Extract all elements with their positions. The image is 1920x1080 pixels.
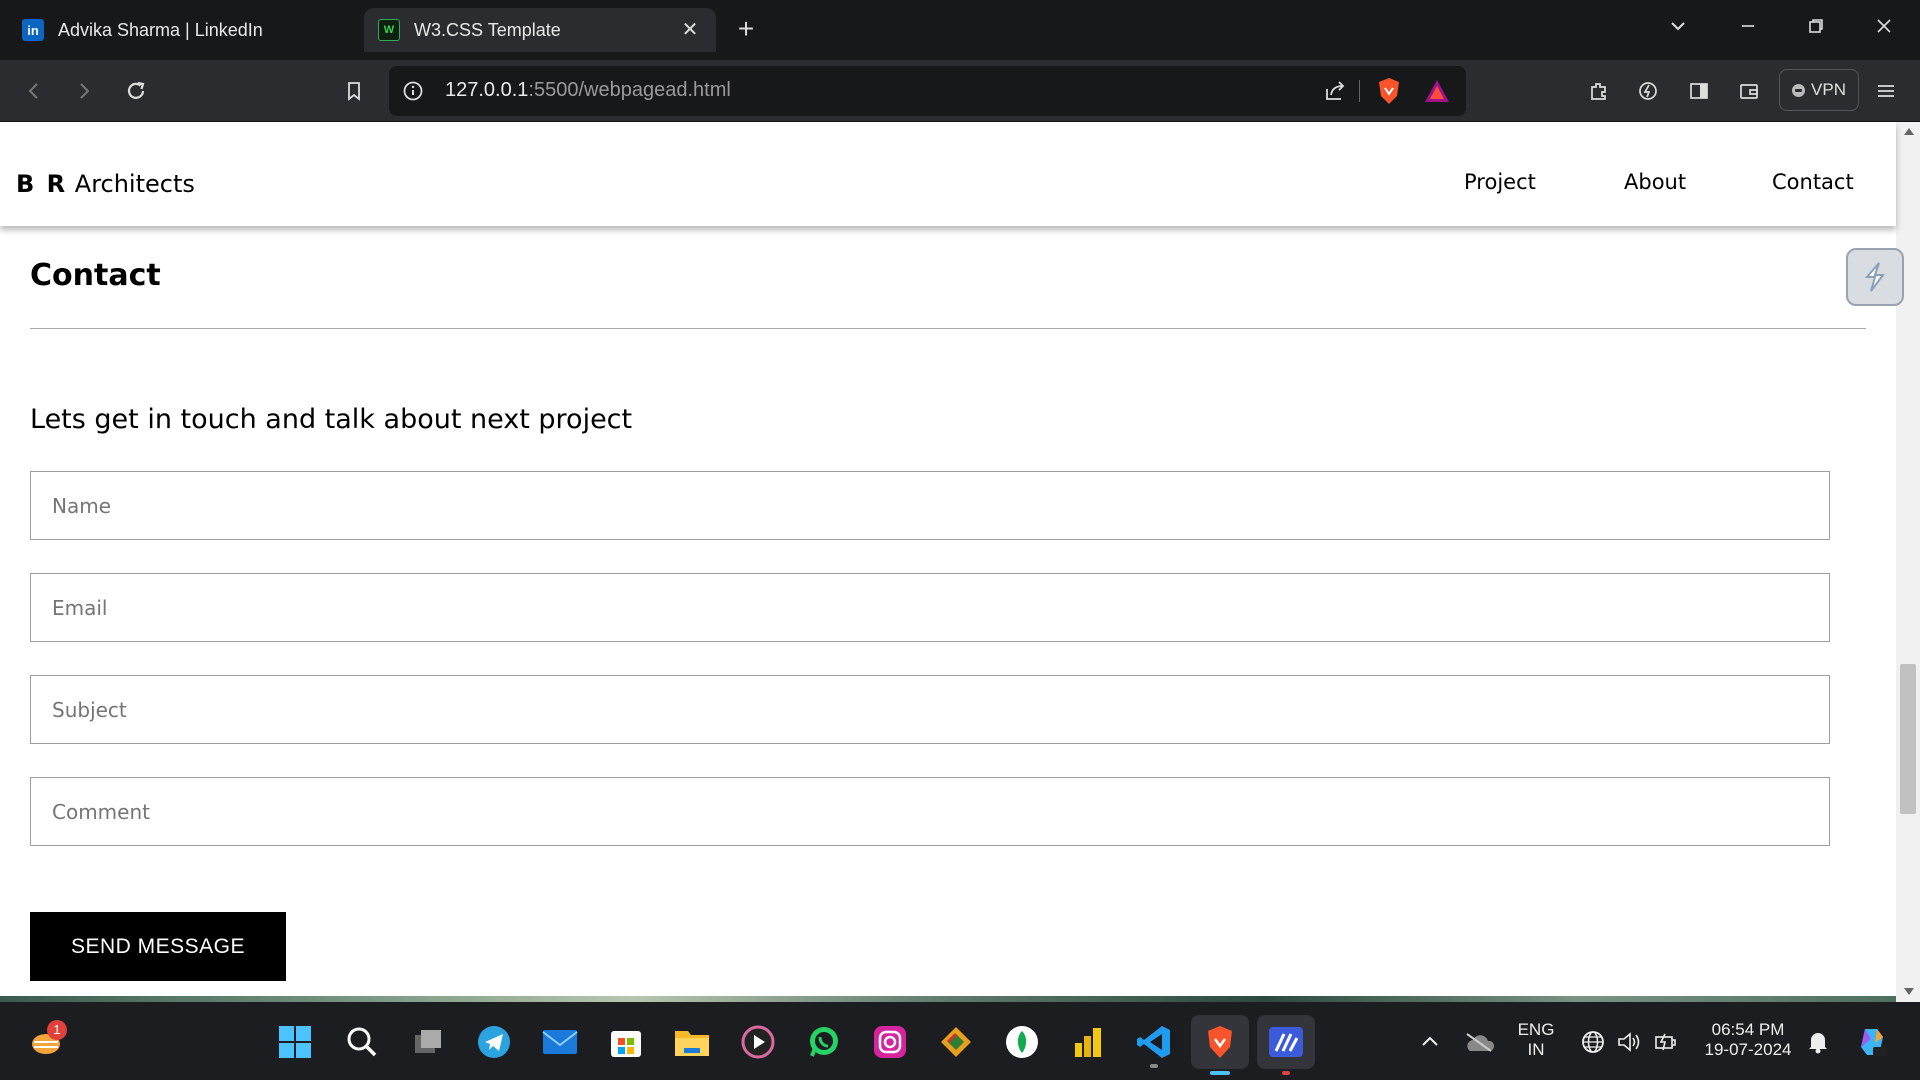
url-path: :5500/webpagead.html xyxy=(528,79,731,101)
mail-icon[interactable] xyxy=(540,1022,580,1062)
mongodb-icon[interactable] xyxy=(1002,1022,1042,1062)
running-indicator xyxy=(1282,1071,1290,1075)
comment-input[interactable] xyxy=(30,777,1830,846)
new-tab-button[interactable]: + xyxy=(730,14,762,46)
contact-lead-text: Lets get in touch and talk about next pr… xyxy=(30,404,633,435)
vpn-button[interactable]: VPN xyxy=(1779,69,1859,111)
region-code: IN xyxy=(1527,1040,1545,1059)
back-icon[interactable] xyxy=(16,73,52,109)
send-message-button[interactable]: SEND MESSAGE xyxy=(30,912,286,981)
floating-extension-icon[interactable] xyxy=(1846,248,1904,306)
search-icon[interactable] xyxy=(342,1022,382,1062)
language-indicator[interactable]: ENG IN xyxy=(1504,1020,1568,1060)
brave-icon[interactable] xyxy=(1191,1015,1249,1075)
reload-icon[interactable] xyxy=(118,73,154,109)
share-icon[interactable] xyxy=(1321,77,1349,105)
notification-badge: 1 xyxy=(47,1020,67,1040)
scroll-up-arrow-icon[interactable] xyxy=(1904,128,1914,135)
git-icon[interactable] xyxy=(936,1022,976,1062)
tab-w3css-template[interactable]: W W3.CSS Template ✕ xyxy=(364,8,716,52)
network-globe-icon[interactable] xyxy=(1573,1022,1613,1062)
subject-input[interactable] xyxy=(30,675,1830,744)
forward-icon[interactable] xyxy=(66,73,102,109)
nav-link-project[interactable]: Project xyxy=(1464,170,1536,194)
linkedin-icon: in xyxy=(22,19,44,41)
email-input[interactable] xyxy=(30,573,1830,642)
task-view-icon[interactable] xyxy=(408,1022,448,1062)
logo-initials: B R xyxy=(16,170,68,198)
vpn-label: VPN xyxy=(1811,80,1846,99)
language-code: ENG xyxy=(1517,1020,1555,1039)
active-window-indicator xyxy=(1210,1071,1230,1075)
site-logo[interactable]: B R Architects xyxy=(16,170,195,198)
tab-linkedin[interactable]: in Advika Sharma | LinkedIn xyxy=(8,8,358,52)
clock[interactable]: 06:54 PM 19-07-2024 xyxy=(1690,1020,1806,1060)
vscode-icon[interactable] xyxy=(1134,1022,1174,1068)
divider xyxy=(1359,80,1360,102)
section-title: Contact xyxy=(30,258,161,293)
close-tab-icon[interactable]: ✕ xyxy=(678,18,702,42)
nav-link-about[interactable]: About xyxy=(1624,170,1686,194)
url-host: 127.0.0.1 xyxy=(445,79,529,101)
tab-title: W3.CSS Template xyxy=(414,19,561,40)
telegram-icon[interactable] xyxy=(474,1022,514,1062)
windows-start-icon[interactable] xyxy=(275,1022,315,1062)
browser-toolbar: 127.0.0.1:5500/webpagead.html VPN xyxy=(0,60,1920,122)
extensions-icon[interactable] xyxy=(1581,73,1617,109)
file-explorer-icon[interactable] xyxy=(672,1022,712,1062)
instagram-icon[interactable] xyxy=(870,1022,910,1062)
site-info-icon[interactable] xyxy=(401,79,425,103)
logo-text: Architects xyxy=(67,170,195,198)
bookmark-icon[interactable] xyxy=(336,73,372,109)
whatsapp-icon[interactable] xyxy=(804,1022,844,1062)
scroll-down-arrow-icon[interactable] xyxy=(1904,988,1914,995)
leo-ai-icon[interactable] xyxy=(1630,73,1666,109)
battery-icon[interactable] xyxy=(1645,1022,1685,1062)
browser-tab-bar: in Advika Sharma | LinkedIn W W3.CSS Tem… xyxy=(0,0,1920,60)
volume-icon[interactable] xyxy=(1609,1022,1649,1062)
menu-icon[interactable] xyxy=(1868,73,1904,109)
brave-shields-icon[interactable] xyxy=(1375,76,1403,106)
windows-taskbar: 1 ENG IN 06:54 PM 19-07-2024 xyxy=(0,1002,1920,1080)
sidebar-icon[interactable] xyxy=(1681,73,1717,109)
nav-link-contact[interactable]: Contact xyxy=(1772,170,1854,194)
name-input[interactable] xyxy=(30,471,1830,540)
power-bi-icon[interactable] xyxy=(1068,1022,1108,1062)
running-indicator xyxy=(1150,1064,1158,1068)
wallet-icon[interactable] xyxy=(1731,73,1767,109)
tab-search-chevron-icon[interactable] xyxy=(1656,10,1700,50)
url-text[interactable]: 127.0.0.1:5500/webpagead.html xyxy=(445,79,731,102)
page-viewport: B R Architects Project About Contact Con… xyxy=(0,122,1920,1002)
address-bar[interactable]: 127.0.0.1:5500/webpagead.html xyxy=(389,66,1466,116)
clock-time: 06:54 PM xyxy=(1711,1020,1785,1039)
mystery-app-icon[interactable] xyxy=(1257,1015,1315,1075)
close-window-icon[interactable] xyxy=(1862,10,1906,50)
notifications-bell-icon[interactable] xyxy=(1798,1022,1838,1062)
store-icon[interactable] xyxy=(606,1022,646,1062)
copilot-icon[interactable] xyxy=(1852,1022,1892,1062)
restore-icon[interactable] xyxy=(1794,10,1838,50)
tab-title: Advika Sharma | LinkedIn xyxy=(58,19,263,40)
clock-date: 19-07-2024 xyxy=(1704,1040,1792,1059)
vpn-status-icon xyxy=(1792,83,1806,97)
minimize-icon[interactable] xyxy=(1726,10,1770,50)
brave-rewards-icon[interactable] xyxy=(1423,78,1451,104)
scrollbar-thumb[interactable] xyxy=(1900,664,1916,814)
section-divider xyxy=(30,328,1866,329)
onedrive-icon[interactable] xyxy=(1459,1022,1499,1062)
show-hidden-icons-chevron-icon[interactable] xyxy=(1410,1022,1450,1062)
media-player-icon[interactable] xyxy=(738,1022,778,1062)
w3css-icon: W xyxy=(378,19,400,41)
site-navbar: B R Architects Project About Contact xyxy=(0,122,1896,226)
